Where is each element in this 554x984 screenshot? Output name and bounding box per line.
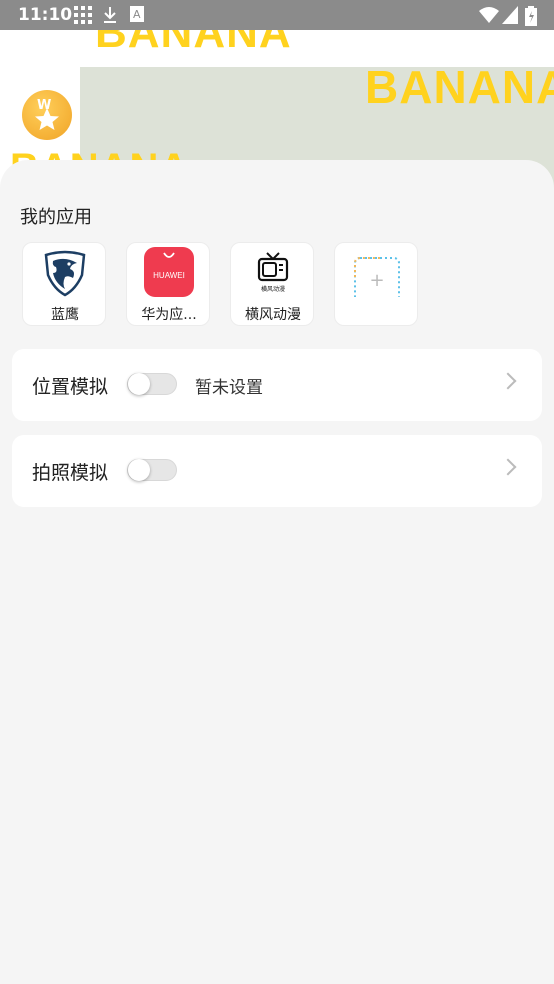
banner-text-right: BANANA <box>365 61 554 113</box>
camera-simulation-row[interactable]: 拍照模拟 <box>12 435 542 507</box>
banner-text-top: BANANA <box>95 30 292 57</box>
my-apps-title: 我的应用 <box>20 207 92 228</box>
eagle-icon <box>44 250 86 297</box>
app-item-lanying[interactable]: 蓝鹰 <box>22 242 106 326</box>
status-bar: 11:10 A <box>0 0 554 30</box>
toggle-knob <box>128 373 150 395</box>
download-icon <box>104 7 116 23</box>
battery-icon <box>525 6 537 26</box>
signal-icon <box>502 6 518 24</box>
my-apps-list: 蓝鹰 HUAWEI 华为应... 横风动漫 横风动漫 + <box>22 242 418 326</box>
svg-text:+: + <box>369 270 384 291</box>
svg-text:HUAWEI: HUAWEI <box>153 271 185 280</box>
camera-simulation-toggle[interactable] <box>127 459 177 481</box>
status-time: 11:10 <box>18 5 73 25</box>
add-app-button[interactable]: + <box>334 242 418 326</box>
chevron-right-icon <box>499 458 517 476</box>
toggle-knob <box>128 459 150 481</box>
svg-text:A: A <box>133 8 141 21</box>
location-simulation-row[interactable]: 位置模拟 暂未设置 <box>12 349 542 421</box>
huawei-appgallery-icon: HUAWEI <box>144 247 194 297</box>
app-item-hengfeng[interactable]: 横风动漫 横风动漫 <box>230 242 314 326</box>
app-a-icon: A <box>130 6 144 22</box>
bottom-sheet: 我的应用 蓝鹰 HUAWEI 华为应... 横风动漫 横风动漫 + 位置模拟 暂… <box>0 160 554 984</box>
location-simulation-toggle[interactable] <box>127 373 177 395</box>
medal-badge-icon[interactable]: W <box>22 90 72 140</box>
grid-icon <box>74 6 92 24</box>
chevron-right-icon <box>499 372 517 390</box>
svg-text:横风动漫: 横风动漫 <box>261 285 285 293</box>
add-app-icon: + <box>354 257 400 297</box>
location-status-text: 暂未设置 <box>195 378 263 398</box>
app-label: 横风动漫 <box>245 307 301 323</box>
svg-text:W: W <box>37 98 51 113</box>
tv-icon: 横风动漫 <box>257 252 289 293</box>
app-label: 蓝鹰 <box>51 307 79 323</box>
location-simulation-title: 位置模拟 <box>32 376 109 398</box>
app-item-huawei[interactable]: HUAWEI 华为应... <box>126 242 210 326</box>
app-label: 华为应... <box>141 307 197 323</box>
wifi-icon <box>479 7 499 23</box>
camera-simulation-title: 拍照模拟 <box>32 462 109 484</box>
